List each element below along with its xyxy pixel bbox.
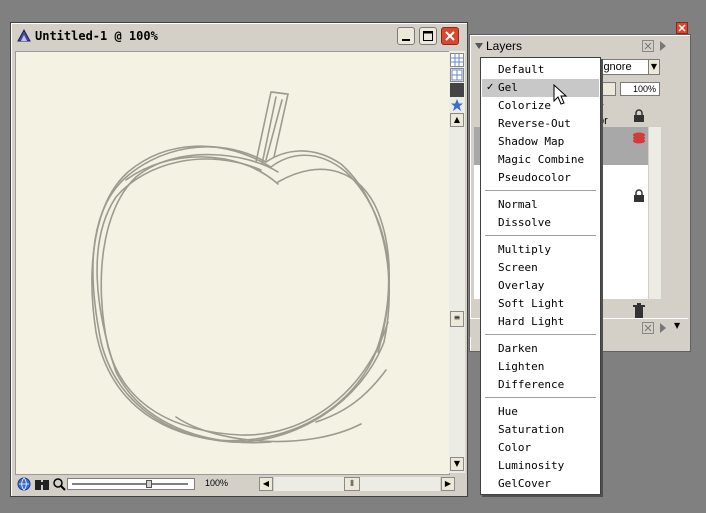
globe-icon[interactable]	[17, 477, 31, 491]
apple-sketch	[91, 91, 391, 444]
blend-mode-menu: Default ✓ Gel Colorize Reverse-Out Shado…	[480, 57, 601, 495]
layer-list-scrollbar[interactable]	[649, 127, 661, 299]
opacity-slider-button[interactable]	[600, 82, 616, 96]
zoom-slider-thumb[interactable]	[146, 480, 152, 488]
menu-separator	[485, 190, 596, 191]
panel-close-box[interactable]	[642, 322, 654, 334]
layer-stack-icon[interactable]	[632, 131, 646, 145]
close-icon	[644, 42, 652, 50]
scroll-down-button[interactable]: ▼	[450, 457, 464, 471]
menu-item-difference[interactable]: Difference	[482, 376, 599, 394]
menu-item-darken[interactable]: Darken	[482, 340, 599, 358]
menu-item-default[interactable]: Default	[482, 61, 599, 79]
menu-item-colorize[interactable]: Colorize	[482, 97, 599, 115]
panel-menu-arrow-icon[interactable]	[659, 41, 667, 51]
scroll-down-icon[interactable]: ▼	[674, 321, 680, 330]
menu-item-magic-combine[interactable]: Magic Combine	[482, 151, 599, 169]
panel-menu-arrow-icon[interactable]	[659, 323, 667, 333]
document-window: Untitled-1 @ 100% ▲ ≡ ▼ 100% ◀ ⦀ ▶	[10, 22, 468, 497]
maximize-button[interactable]	[419, 27, 437, 45]
menu-item-multiply[interactable]: Multiply	[482, 241, 599, 259]
close-icon	[678, 24, 686, 32]
app-icon	[17, 28, 31, 42]
menu-item-luminosity[interactable]: Luminosity	[482, 457, 599, 475]
menu-item-hue[interactable]: Hue	[482, 403, 599, 421]
binoculars-icon[interactable]	[34, 477, 50, 491]
star-icon[interactable]	[450, 98, 464, 112]
lock-icon[interactable]	[632, 109, 646, 123]
menu-item-shadow-map[interactable]: Shadow Map	[482, 133, 599, 151]
zoom-slider[interactable]	[67, 478, 195, 490]
close-button[interactable]	[441, 27, 459, 45]
menu-item-hard-light[interactable]: Hard Light	[482, 313, 599, 331]
panel-close-box[interactable]	[642, 40, 654, 52]
magnifier-icon[interactable]	[52, 477, 66, 491]
minimize-button[interactable]	[397, 27, 415, 45]
checkmark-icon: ✓	[486, 82, 495, 93]
lock-icon[interactable]	[632, 189, 646, 203]
menu-item-gel[interactable]: ✓ Gel	[482, 79, 599, 97]
menu-item-soft-light[interactable]: Soft Light	[482, 295, 599, 313]
status-bar: 100% ◀ ⦀ ▶	[15, 475, 465, 493]
menu-item-saturation[interactable]: Saturation	[482, 421, 599, 439]
scroll-up-button[interactable]: ▲	[450, 113, 464, 127]
layers-panel-title: Layers	[486, 39, 523, 53]
scroll-left-button[interactable]: ◀	[259, 477, 273, 491]
menu-item-screen[interactable]: Screen	[482, 259, 599, 277]
layers-icon[interactable]	[450, 83, 464, 97]
trash-icon[interactable]	[632, 303, 646, 319]
grid-toggle-icon[interactable]	[450, 68, 464, 82]
menu-separator	[485, 397, 596, 398]
scroll-right-button[interactable]: ▶	[441, 477, 455, 491]
document-title: Untitled-1 @ 100%	[35, 29, 158, 43]
horizontal-scroll-track[interactable]: ⦀	[274, 477, 440, 491]
menu-item-color[interactable]: Color	[482, 439, 599, 457]
grid-icon[interactable]	[450, 53, 464, 67]
vertical-toolstrip: ▲ ≡ ▼	[449, 51, 465, 473]
minimize-icon	[402, 39, 410, 41]
cursor-icon	[553, 84, 568, 105]
menu-separator	[485, 334, 596, 335]
close-icon	[644, 324, 652, 332]
opacity-field[interactable]: 100%	[620, 82, 660, 96]
drawing-canvas[interactable]	[15, 51, 450, 475]
menu-item-gelcover[interactable]: GelCover	[482, 475, 599, 493]
menu-separator	[485, 235, 596, 236]
maximize-icon	[423, 31, 433, 41]
zoom-level: 100%	[205, 478, 229, 488]
collapse-triangle-icon[interactable]	[475, 42, 483, 50]
menu-item-lighten[interactable]: Lighten	[482, 358, 599, 376]
menu-item-dissolve[interactable]: Dissolve	[482, 214, 599, 232]
menu-item-reverse-out[interactable]: Reverse-Out	[482, 115, 599, 133]
vertical-scroll-thumb[interactable]: ≡	[450, 311, 464, 327]
menu-item-normal[interactable]: Normal	[482, 196, 599, 214]
mode-dropdown-arrow[interactable]: ▼	[648, 59, 660, 75]
close-icon	[445, 31, 455, 41]
menu-item-pseudocolor[interactable]: Pseudocolor	[482, 169, 599, 187]
horizontal-scroll-thumb[interactable]: ⦀	[344, 477, 360, 491]
menu-item-overlay[interactable]: Overlay	[482, 277, 599, 295]
panel-close-button[interactable]	[676, 22, 688, 34]
